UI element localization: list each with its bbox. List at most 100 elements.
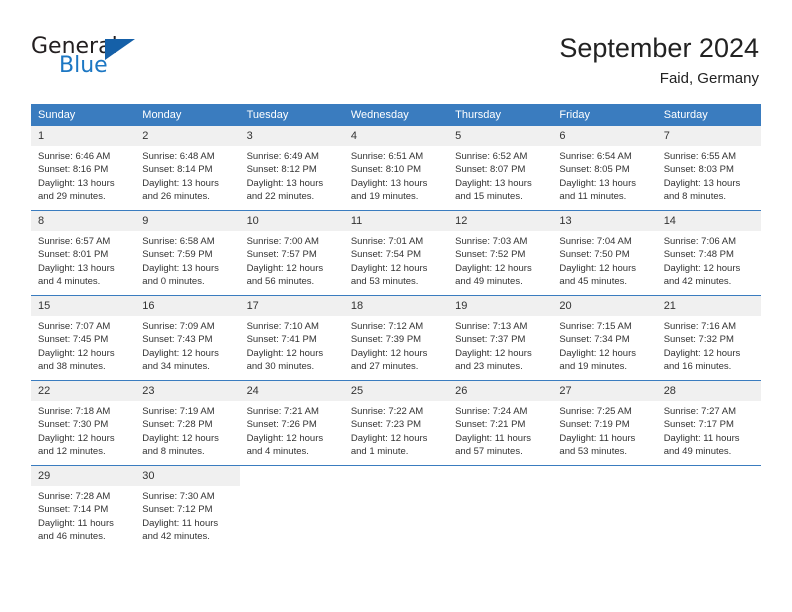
day-cell[interactable]: 8 Sunrise: 6:57 AM Sunset: 8:01 PM Dayli… [31,210,136,296]
weekday-header-monday: Monday [135,104,240,126]
day-cell[interactable]: 16 Sunrise: 7:09 AM Sunset: 7:43 PM Dayl… [135,295,240,381]
day-details: Sunrise: 7:21 AM Sunset: 7:26 PM Dayligh… [240,401,344,459]
day-details: Sunrise: 7:15 AM Sunset: 7:34 PM Dayligh… [552,316,656,374]
daylight-text-line2: and 26 minutes. [142,191,210,203]
daylight-text-line1: Daylight: 12 hours [559,347,636,359]
day-cell[interactable]: 18 Sunrise: 7:12 AM Sunset: 7:39 PM Dayl… [343,295,449,381]
day-number: 30 [135,466,240,486]
title-block: September 2024 Faid, Germany [559,32,759,88]
daylight-text-line1: Daylight: 13 hours [38,262,115,274]
daylight-text-line1: Daylight: 12 hours [663,347,741,359]
day-cell[interactable]: 14 Sunrise: 7:06 AM Sunset: 7:48 PM Dayl… [656,210,761,296]
day-details: Sunrise: 7:22 AM Sunset: 7:23 PM Dayligh… [344,401,448,459]
day-cell[interactable]: 22 Sunrise: 7:18 AM Sunset: 7:30 PM Dayl… [31,380,136,466]
day-cell[interactable]: 6 Sunrise: 6:54 AM Sunset: 8:05 PM Dayli… [552,126,657,211]
day-cell-empty [656,465,761,550]
calendar-page: General Blue September 2024 Faid, German… [0,0,792,612]
daylight-text-line1: Daylight: 12 hours [350,432,428,444]
sunrise-text: Sunrise: 7:18 AM [38,406,111,417]
day-cell[interactable]: 2 Sunrise: 6:48 AM Sunset: 8:14 PM Dayli… [135,126,240,211]
sunrise-text: Sunrise: 7:13 AM [455,321,528,332]
sunrise-text: Sunrise: 7:27 AM [663,406,737,417]
day-cell-empty [448,465,553,550]
day-number: 23 [135,381,240,401]
daylight-text-line2: and 53 minutes. [559,446,628,458]
day-cell[interactable]: 25 Sunrise: 7:22 AM Sunset: 7:23 PM Dayl… [343,380,449,466]
day-cell[interactable]: 1 Sunrise: 6:46 AM Sunset: 8:16 PM Dayli… [31,126,136,211]
day-number: 17 [239,296,344,316]
daylight-text-line1: Daylight: 11 hours [455,432,531,444]
sunrise-text: Sunrise: 7:19 AM [142,406,215,417]
daylight-text-line2: and 0 minutes. [142,276,205,288]
day-cell[interactable]: 20 Sunrise: 7:15 AM Sunset: 7:34 PM Dayl… [552,295,657,381]
day-number: 4 [343,126,449,146]
triangle-icon [105,39,135,60]
daylight-text-line1: Daylight: 12 hours [246,347,324,359]
day-cell[interactable]: 30 Sunrise: 7:30 AM Sunset: 7:12 PM Dayl… [135,465,240,550]
day-cell[interactable]: 19 Sunrise: 7:13 AM Sunset: 7:37 PM Dayl… [448,295,553,381]
sunrise-text: Sunrise: 7:16 AM [663,321,737,332]
page-title: September 2024 [559,33,759,63]
daylight-text-line1: Daylight: 13 hours [38,177,115,189]
day-cell[interactable]: 17 Sunrise: 7:10 AM Sunset: 7:41 PM Dayl… [239,295,344,381]
day-details: Sunrise: 6:57 AM Sunset: 8:01 PM Dayligh… [31,231,135,289]
daylight-text-line1: Daylight: 12 hours [38,432,115,444]
weekday-header-tuesday: Tuesday [239,104,344,126]
sunrise-text: Sunrise: 6:54 AM [559,151,632,162]
day-details: Sunrise: 7:28 AM Sunset: 7:14 PM Dayligh… [31,486,135,544]
daylight-text-line2: and 42 minutes. [142,531,210,543]
day-number: 10 [239,211,344,231]
day-cell[interactable]: 26 Sunrise: 7:24 AM Sunset: 7:21 PM Dayl… [448,380,553,466]
day-details: Sunrise: 6:49 AM Sunset: 8:12 PM Dayligh… [240,146,344,204]
day-cell[interactable]: 15 Sunrise: 7:07 AM Sunset: 7:45 PM Dayl… [31,295,136,381]
day-number: 29 [31,466,136,486]
sunset-text: Sunset: 8:07 PM [455,164,526,176]
day-details: Sunrise: 7:09 AM Sunset: 7:43 PM Dayligh… [135,316,239,374]
daylight-text-line2: and 57 minutes. [455,446,523,458]
day-cell[interactable]: 24 Sunrise: 7:21 AM Sunset: 7:26 PM Dayl… [239,380,344,466]
day-cell-empty [343,465,449,550]
sunrise-text: Sunrise: 7:01 AM [350,236,424,247]
daylight-text-line1: Daylight: 12 hours [350,262,428,274]
day-details: Sunrise: 7:13 AM Sunset: 7:37 PM Dayligh… [448,316,552,374]
day-cell[interactable]: 7 Sunrise: 6:55 AM Sunset: 8:03 PM Dayli… [656,126,761,211]
day-details: Sunrise: 7:25 AM Sunset: 7:19 PM Dayligh… [552,401,656,459]
sunrise-text: Sunrise: 7:22 AM [350,406,424,417]
day-cell[interactable]: 12 Sunrise: 7:03 AM Sunset: 7:52 PM Dayl… [448,210,553,296]
day-cell[interactable]: 28 Sunrise: 7:27 AM Sunset: 7:17 PM Dayl… [656,380,761,466]
day-cell[interactable]: 13 Sunrise: 7:04 AM Sunset: 7:50 PM Dayl… [552,210,657,296]
daylight-text-line2: and 30 minutes. [246,361,315,373]
sunrise-text: Sunrise: 7:07 AM [38,321,111,332]
day-cell[interactable]: 3 Sunrise: 6:49 AM Sunset: 8:12 PM Dayli… [239,126,344,211]
day-cell[interactable]: 4 Sunrise: 6:51 AM Sunset: 8:10 PM Dayli… [343,126,449,211]
day-cell[interactable]: 10 Sunrise: 7:00 AM Sunset: 7:57 PM Dayl… [239,210,344,296]
day-number: 2 [135,126,240,146]
daylight-text-line2: and 46 minutes. [38,531,106,543]
day-cell[interactable]: 5 Sunrise: 6:52 AM Sunset: 8:07 PM Dayli… [448,126,553,211]
day-cell[interactable]: 21 Sunrise: 7:16 AM Sunset: 7:32 PM Dayl… [656,295,761,381]
day-number: 18 [343,296,449,316]
day-number: 26 [448,381,553,401]
day-number: 7 [656,126,761,146]
day-cell[interactable]: 27 Sunrise: 7:25 AM Sunset: 7:19 PM Dayl… [552,380,657,466]
day-cell[interactable]: 11 Sunrise: 7:01 AM Sunset: 7:54 PM Dayl… [343,210,449,296]
day-details: Sunrise: 7:07 AM Sunset: 7:45 PM Dayligh… [31,316,135,374]
sunrise-text: Sunrise: 6:58 AM [142,236,215,247]
day-number: 12 [448,211,553,231]
day-number [240,466,344,486]
sunset-text: Sunset: 7:23 PM [350,419,422,431]
day-number: 24 [239,381,344,401]
day-cell[interactable]: 29 Sunrise: 7:28 AM Sunset: 7:14 PM Dayl… [31,465,136,550]
daylight-text-line1: Daylight: 12 hours [38,347,115,359]
day-details: Sunrise: 7:10 AM Sunset: 7:41 PM Dayligh… [240,316,344,374]
daylight-text-line2: and 16 minutes. [663,361,732,373]
daylight-text-line2: and 19 minutes. [350,191,419,203]
sunset-text: Sunset: 7:45 PM [38,334,109,346]
daylight-text-line1: Daylight: 12 hours [246,432,324,444]
calendar-week-row: 8 Sunrise: 6:57 AM Sunset: 8:01 PM Dayli… [31,210,761,296]
general-blue-logo: General Blue [31,36,181,86]
sunrise-text: Sunrise: 6:46 AM [38,151,111,162]
day-cell[interactable]: 23 Sunrise: 7:19 AM Sunset: 7:28 PM Dayl… [135,380,240,466]
daylight-text-line2: and 19 minutes. [559,361,628,373]
day-cell[interactable]: 9 Sunrise: 6:58 AM Sunset: 7:59 PM Dayli… [135,210,240,296]
